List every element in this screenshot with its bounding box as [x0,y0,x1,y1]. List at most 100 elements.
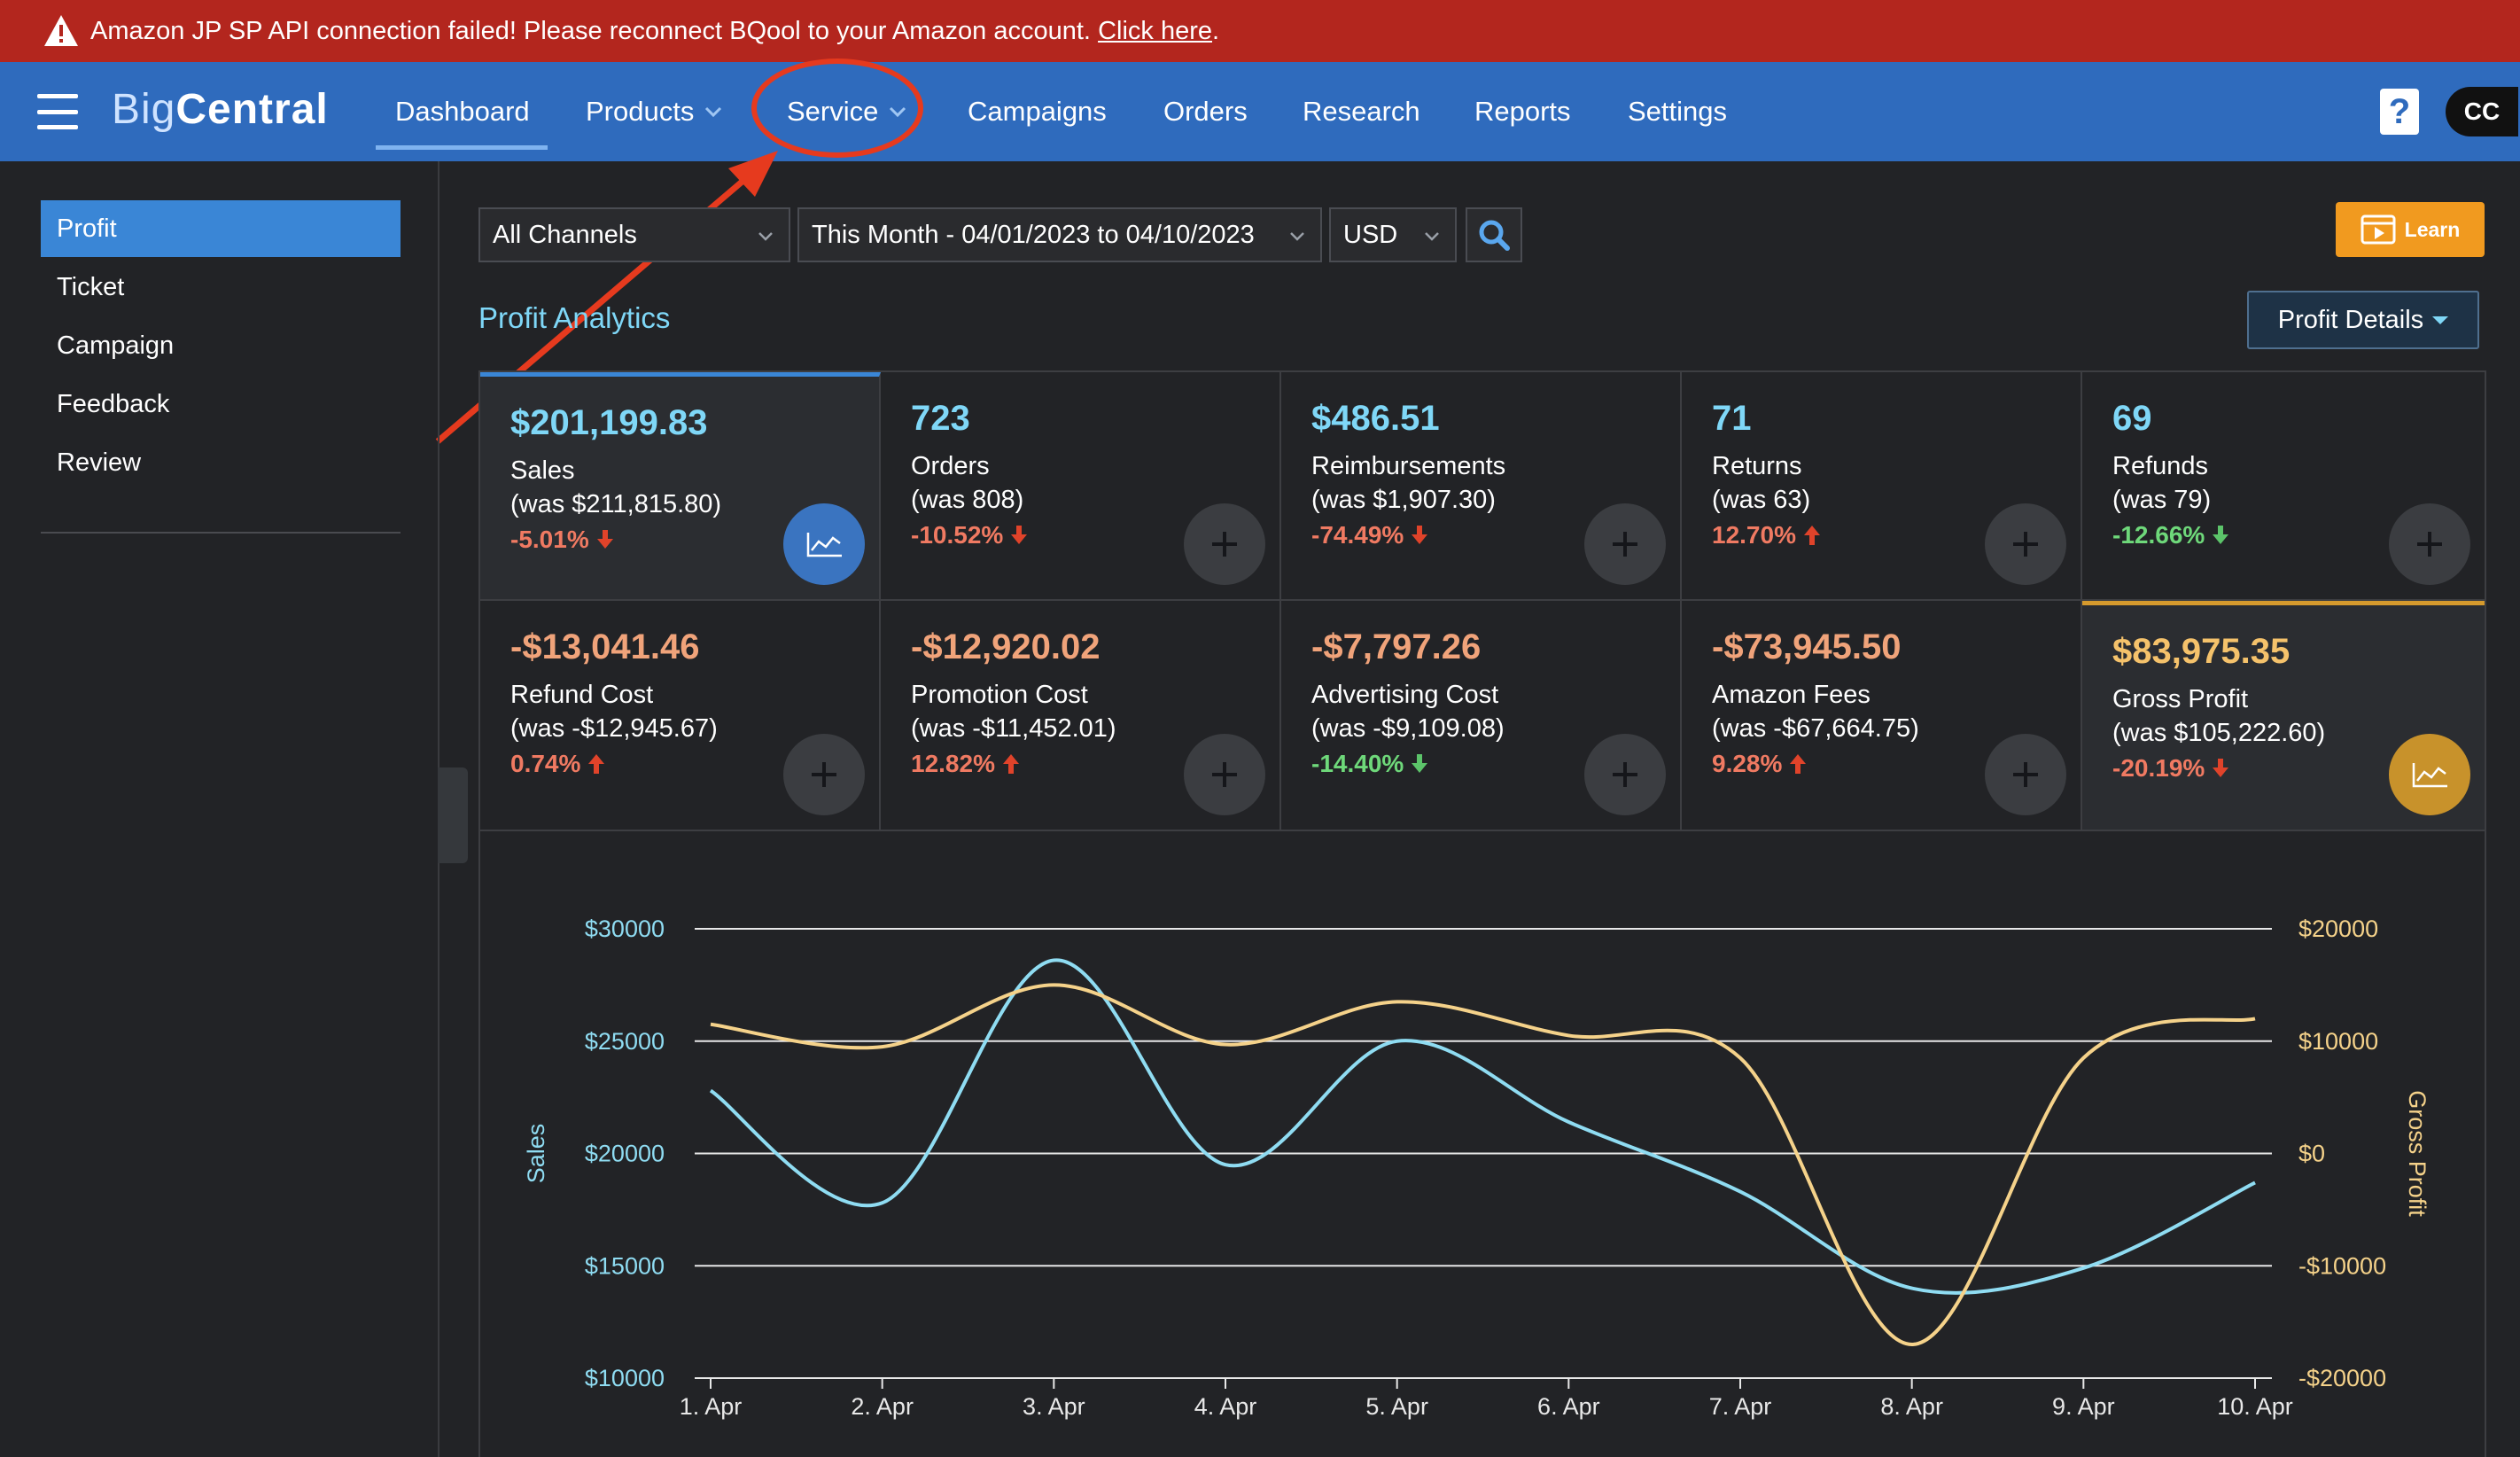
date-range-select[interactable]: This Month - 04/01/2023 to 04/10/2023 [797,207,1322,262]
add-to-chart-button[interactable] [783,734,865,815]
x-axis-tick: 8. Apr [1880,1393,1943,1420]
arrow-up-icon [1790,754,1807,774]
sidebar-item-review[interactable]: Review [41,434,401,491]
metrics-grid: $201,199.83 Sales (was $211,815.80) -5.0… [478,370,2486,831]
chevron-down-icon [758,232,773,241]
nav-reports[interactable]: Reports [1474,62,1571,161]
arrow-down-icon [1412,754,1428,773]
sidebar: Profit Ticket Campaign Feedback Review [0,161,439,1457]
x-axis-tick: 9. Apr [2052,1393,2115,1420]
nav-campaigns[interactable]: Campaigns [968,62,1107,161]
chart-toggle-button[interactable] [2389,734,2470,815]
arrow-up-icon [1803,526,1820,545]
arrow-down-icon [2213,526,2229,544]
add-to-chart-button[interactable] [1584,503,1666,585]
sidebar-collapse-handle[interactable] [438,767,468,863]
plus-icon [2013,762,2038,787]
metric-card-sales[interactable]: $201,199.83 Sales (was $211,815.80) -5.0… [480,372,881,601]
profit-details-button[interactable]: Profit Details [2247,291,2479,349]
add-to-chart-button[interactable] [1985,503,2066,585]
metric-card-orders[interactable]: 723 Orders (was 808) -10.52% [881,372,1281,601]
metric-label: Amazon Fees [1712,681,1871,709]
plus-icon [1212,532,1237,557]
x-axis-tick: 6. Apr [1537,1393,1600,1420]
chevron-down-icon [890,106,906,118]
reconnect-link[interactable]: Click here [1098,17,1212,45]
nav-service[interactable]: Service [787,62,908,161]
sidebar-item-profit[interactable]: Profit [41,200,401,257]
line-chart-icon [2412,763,2447,788]
nav-orders[interactable]: Orders [1163,62,1248,161]
metric-value: -$7,797.26 [1311,627,1482,666]
metric-value: 723 [911,399,970,438]
sidebar-item-ticket[interactable]: Ticket [41,259,401,316]
plus-icon [2417,532,2442,557]
right-axis-tick: $10000 [2298,1028,2378,1055]
line-chart-icon [806,533,842,557]
plus-icon [1613,762,1637,787]
plus-icon [1613,532,1637,557]
metric-card-refund-cost[interactable]: -$13,041.46 Refund Cost (was -$12,945.67… [480,601,881,830]
left-axis-tick: $30000 [585,915,665,942]
metric-value: $486.51 [1311,399,1440,438]
metric-label: Refund Cost [510,681,654,709]
chevron-down-icon [1425,232,1439,241]
nav-research[interactable]: Research [1303,62,1420,161]
x-axis-tick: 7. Apr [1709,1393,1772,1420]
right-axis-tick: -$10000 [2298,1252,2386,1279]
add-to-chart-button[interactable] [1584,734,1666,815]
metric-label: Sales [510,456,575,485]
metric-card-reimbursements[interactable]: $486.51 Reimbursements (was $1,907.30) -… [1281,372,1682,601]
right-axis-tick: $0 [2298,1141,2325,1167]
nav-products[interactable]: Products [586,62,724,161]
menu-icon[interactable] [37,94,78,129]
metric-value: 69 [2112,399,2152,438]
metric-label: Returns [1712,452,1802,480]
search-button[interactable] [1466,207,1522,262]
metric-card-gross-profit[interactable]: $83,975.35 Gross Profit (was $105,222.60… [2082,601,2485,830]
add-to-chart-button[interactable] [1184,503,1265,585]
sidebar-divider [41,532,401,534]
metric-label: Advertising Cost [1311,681,1499,709]
caret-down-icon [2432,316,2449,324]
metric-value: 71 [1712,399,1752,438]
sidebar-item-feedback[interactable]: Feedback [41,376,401,432]
metric-card-amazon-fees[interactable]: -$73,945.50 Amazon Fees (was -$67,664.75… [1682,601,2082,830]
page-title: Profit Analytics [478,301,671,334]
metric-label: Gross Profit [2112,685,2249,713]
x-axis-tick: 1. Apr [680,1393,743,1420]
right-axis-tick: -$20000 [2298,1365,2386,1391]
arrow-up-icon [588,754,605,774]
learn-button[interactable]: Learn [2336,202,2485,257]
right-axis-title: Gross Profit [2404,1090,2431,1217]
add-to-chart-button[interactable] [2389,503,2470,585]
metric-value: -$73,945.50 [1712,627,1902,666]
metric-card-returns[interactable]: 71 Returns (was 63) 12.70% [1682,372,2082,601]
left-axis-tick: $20000 [585,1141,665,1167]
user-avatar[interactable]: CC [2446,87,2518,136]
x-axis-tick: 4. Apr [1194,1393,1257,1420]
currency-select[interactable]: USD [1329,207,1457,262]
metric-card-advertising-cost[interactable]: -$7,797.26 Advertising Cost (was -$9,109… [1281,601,1682,830]
bigcentral-logo[interactable]: BigCentral [112,85,329,134]
active-nav-indicator [376,145,548,150]
add-to-chart-button[interactable] [1985,734,2066,815]
alert-message: Amazon JP SP API connection failed! Plea… [90,16,1220,45]
nav-settings[interactable]: Settings [1628,62,1727,161]
left-axis-tick: $25000 [585,1028,665,1055]
chart-toggle-button[interactable] [783,503,865,585]
sidebar-item-campaign[interactable]: Campaign [41,317,401,374]
metric-value: $201,199.83 [510,403,708,442]
channel-select[interactable]: All Channels [478,207,790,262]
x-axis-tick: 3. Apr [1023,1393,1085,1420]
metric-label: Promotion Cost [911,681,1088,709]
metric-value: $83,975.35 [2112,632,2291,671]
arrow-down-icon [2213,759,2229,777]
help-icon[interactable]: ? [2380,89,2419,135]
plus-icon [2013,532,2038,557]
metric-card-refunds[interactable]: 69 Refunds (was 79) -12.66% [2082,372,2485,601]
metric-card-promotion-cost[interactable]: -$12,920.02 Promotion Cost (was -$11,452… [881,601,1281,830]
metric-label: Refunds [2112,452,2209,480]
arrow-down-icon [1011,526,1028,544]
add-to-chart-button[interactable] [1184,734,1265,815]
